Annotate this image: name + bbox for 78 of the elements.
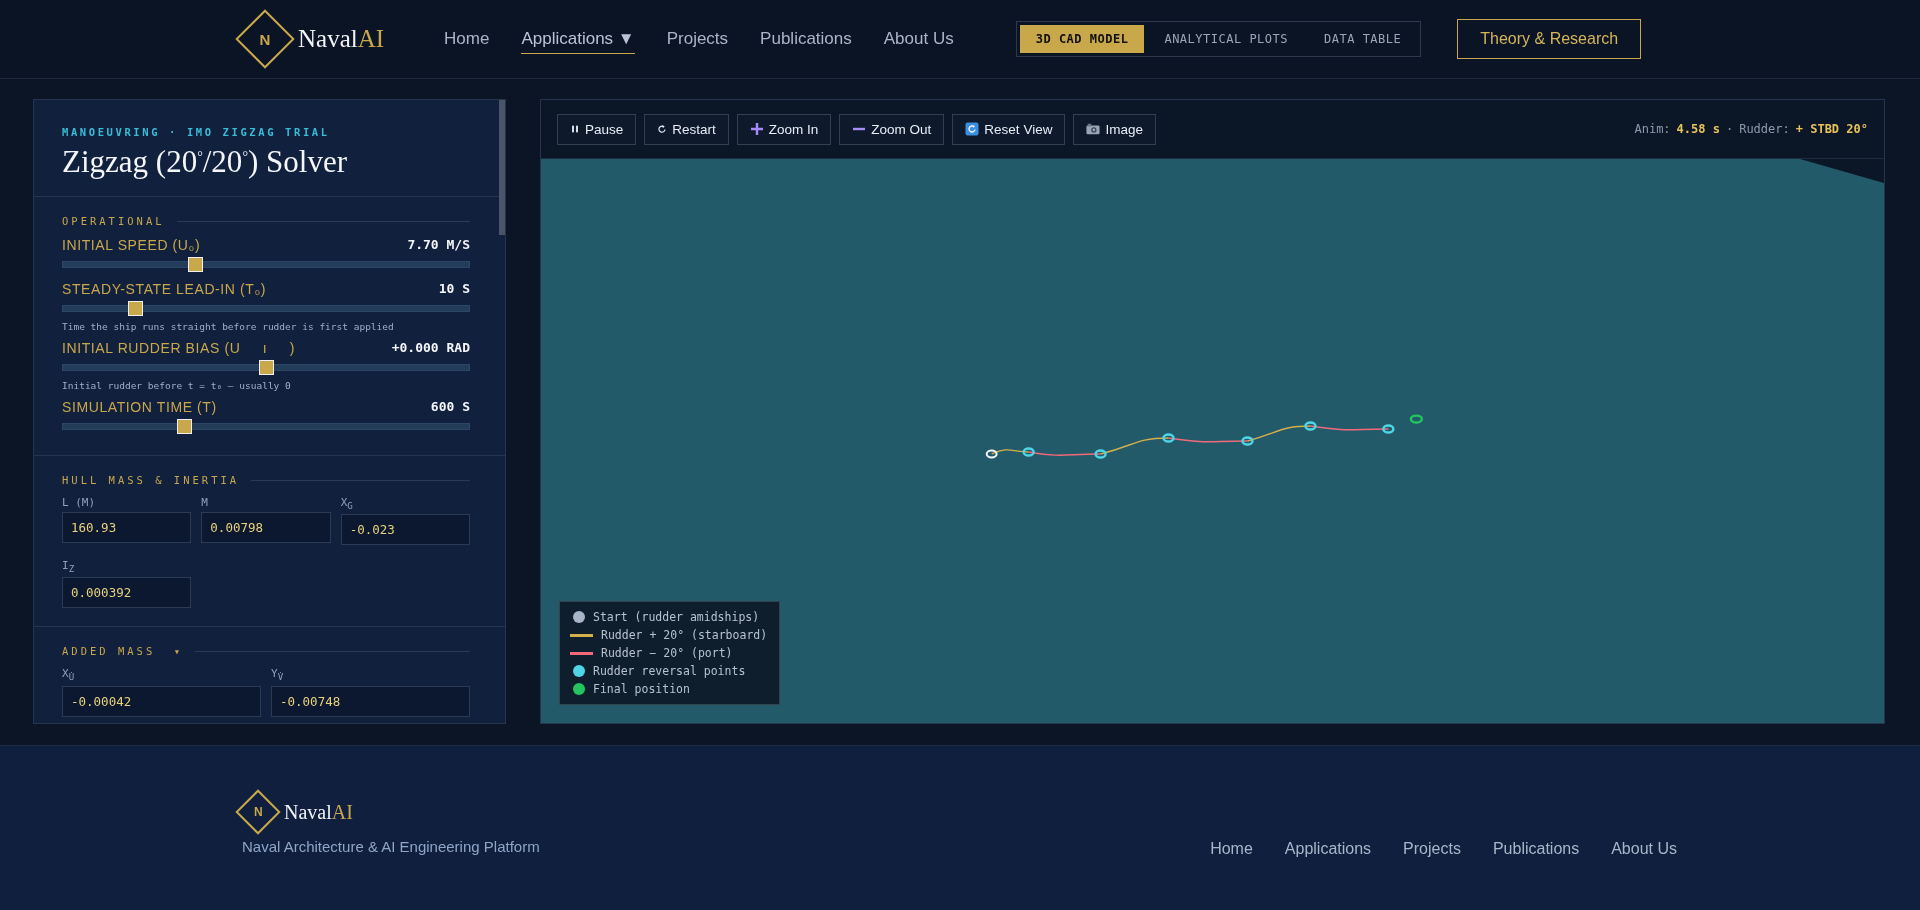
slider-label: INITIAL RUDDER BIAS (U ı ) [62,340,296,356]
brand-accent[interactable]: AI [331,800,353,824]
nav-link[interactable]: About Us [883,24,954,54]
brand-name[interactable]: Naval [298,25,358,53]
slider-label: SIMULATION TIME (T) [62,399,217,415]
slider[interactable] [62,300,470,317]
status-label: Anim: [1634,122,1671,136]
number-field[interactable]: 0.000392 [62,577,192,609]
slider[interactable] [62,359,470,376]
field-label: M [201,496,209,509]
restart-icon [657,124,668,134]
slider-value: 7.70 M/S [407,237,470,253]
view-tab[interactable]: 3D CAD MODEL [1019,25,1145,53]
view-tab[interactable]: DATA TABLE [1308,25,1418,53]
field-label: I$_{Z}$ [62,559,76,575]
nav-link[interactable]: Home [444,24,490,54]
slider-value: +0.000 RAD [391,340,470,356]
slider-value: 10 S [438,281,470,297]
brand-name[interactable]: Naval [284,800,332,824]
status-label: Rudder: [1739,122,1790,136]
section-title: OPERATIONAL [62,215,165,227]
legend-label: Start (rudder amidships) [593,610,760,624]
refresh-icon [965,122,980,136]
panel-title: Zigzag (20$^{°}$/20$^{°}$) Solver [62,144,348,180]
slider[interactable] [62,418,470,435]
legend-label: Final position [593,682,690,696]
footer-tagline: Naval Architecture & AI Engineering Platform [242,838,540,855]
number-field[interactable]: 0.00798 [201,512,331,543]
slider-thumb[interactable] [128,301,144,316]
nav-link[interactable]: Applications ▼ [521,24,635,54]
field-label: Y$_{V̇}$ [271,667,285,683]
scrollbar[interactable] [499,100,505,235]
section-title[interactable]: ADDED MASS ▾ [62,645,184,658]
toolbar-button[interactable]: Image [1073,113,1156,145]
footer-link[interactable]: Projects [1403,840,1461,858]
nav-link[interactable]: Projects [666,24,729,54]
status-label: · [1725,122,1734,136]
slider-label: INITIAL SPEED (U₀) [62,237,201,253]
theory-research-button[interactable]: Theory & Research [1457,19,1642,59]
slider-thumb[interactable] [187,257,203,272]
slider-thumb[interactable] [259,360,274,375]
slider-value: 600 S [430,399,470,415]
field-label: L (M) [62,496,97,509]
plus-icon [749,122,764,136]
footer-link[interactable]: Publications [1492,840,1580,858]
slider-label: STEADY-STATE LEAD-IN (T₀) [62,281,267,297]
toolbar-button[interactable]: Pause [557,113,637,145]
pause-icon [570,124,580,134]
legend-label: Rudder + 20° (starboard) [601,628,768,642]
logo-icon[interactable]: N [235,789,281,835]
number-field[interactable]: 160.93 [62,512,192,543]
nav-link[interactable]: Publications [760,24,852,54]
toolbar-button[interactable]: Reset View [952,113,1066,145]
section-title: HULL MASS & INERTIA [62,474,240,486]
legend-label: Rudder reversal points [593,664,746,678]
legend-label: Rudder − 20° (port) [601,646,733,660]
slider-hint: Time the ship runs straight before rudder is first applied [62,321,395,332]
status-value: + STBD 20° [1795,122,1868,136]
camera-icon [1086,122,1101,136]
footer-link[interactable]: About Us [1611,840,1677,858]
number-field[interactable]: -0.00748 [271,685,470,717]
number-field[interactable]: -0.023 [340,514,470,546]
slider-hint: Initial rudder before t = t₀ — usually 0 [62,380,292,391]
footer-link[interactable]: Applications [1284,840,1372,858]
field-label: X$_{G}$ [340,496,354,512]
footer-link[interactable]: Home [1210,840,1253,858]
toolbar-button[interactable]: Restart [644,113,729,145]
field-label: X$_{U̇}$ [62,667,76,683]
logo-icon[interactable]: N [235,9,295,69]
toolbar-button[interactable]: Zoom Out [839,113,945,145]
slider-thumb[interactable] [177,419,193,434]
panel-eyebrow: MANOEUVRING · IMO ZIGZAG TRIAL [62,126,331,138]
slider[interactable] [62,256,470,273]
view-tab[interactable]: ANALYTICAL PLOTS [1148,25,1304,53]
toolbar-button[interactable]: Zoom In [736,113,832,145]
brand-accent[interactable]: AI [357,25,385,53]
number-field[interactable]: -0.00042 [62,685,261,717]
status-value: 4.58 s [1676,122,1720,136]
